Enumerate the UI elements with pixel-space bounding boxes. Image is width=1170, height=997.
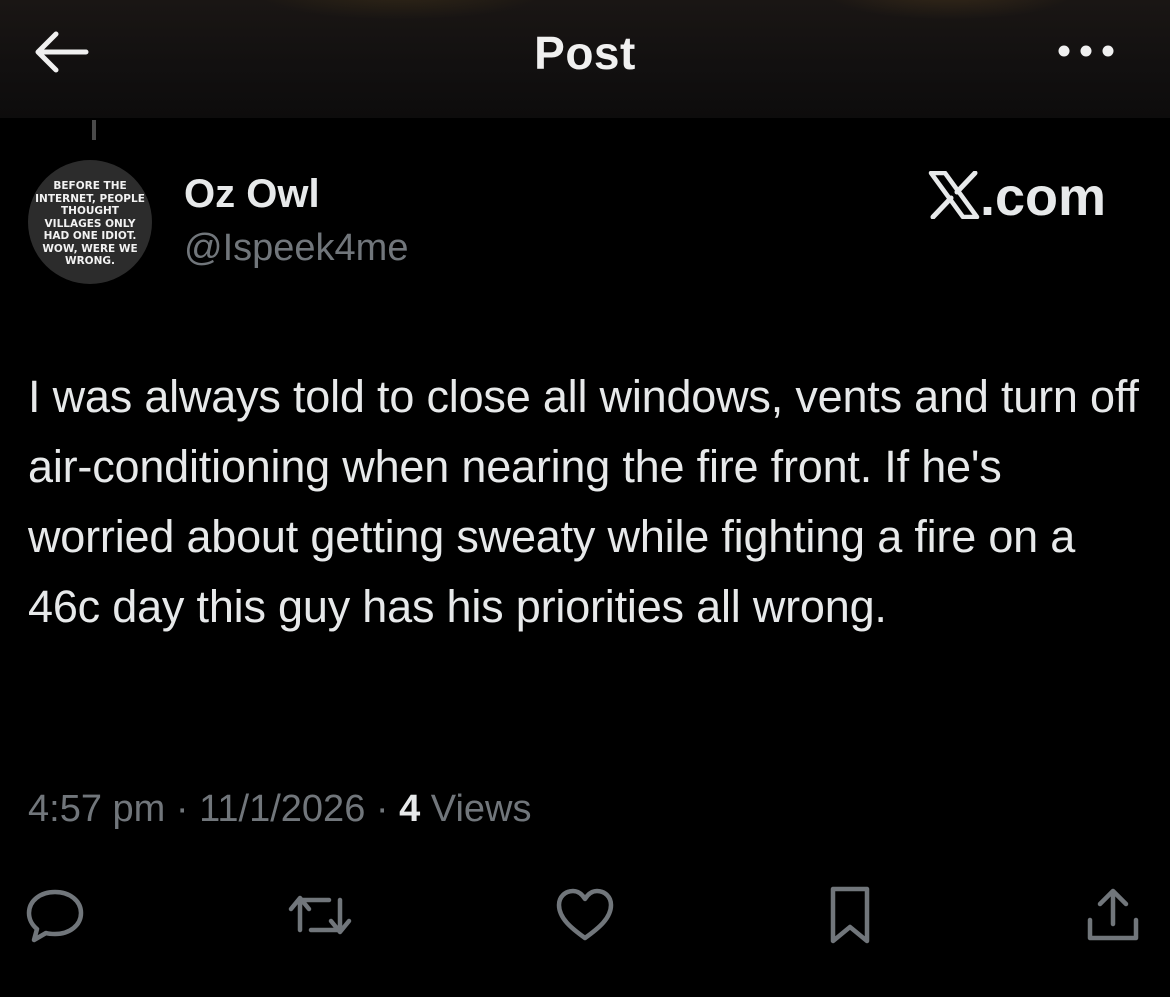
avatar-caption: BEFORE THE INTERNET, PEOPLE THOUGHT VILL… [35,180,145,268]
avatar[interactable]: BEFORE THE INTERNET, PEOPLE THOUGHT VILL… [28,160,152,284]
author-display-name[interactable]: Oz Owl [184,172,320,217]
thread-connector-line [92,120,96,140]
repost-icon [288,895,352,935]
watermark-text: .com [980,167,1107,227]
meta-separator: · [165,788,200,830]
bookmark-button[interactable] [815,880,885,950]
post-date: 11/1/2026 [199,788,366,830]
x-com-watermark: .com [928,166,1106,228]
like-button[interactable] [550,880,620,950]
header-glow [820,0,1080,20]
author-handle[interactable]: @Ispeek4me [184,227,408,270]
post-time: 4:57 pm [28,788,166,830]
reply-button[interactable] [20,880,90,950]
share-button[interactable] [1078,880,1148,950]
views-count[interactable]: 4 [399,788,420,830]
repost-button[interactable] [285,880,355,950]
post-text: I was always told to close all windows, … [28,371,1139,632]
more-button[interactable] [1054,36,1118,66]
header-glow [250,0,550,20]
top-bar: Post [0,0,1170,118]
x-logo-icon [928,170,980,220]
bookmark-icon [830,886,870,944]
views-label[interactable]: Views [420,788,532,830]
more-horizontal-icon [1058,45,1114,57]
heart-icon [556,888,614,941]
page-title: Post [534,27,636,79]
post-meta: 4:57 pm · 11/1/2026 · 4 Views [28,788,532,831]
share-icon [1087,888,1139,941]
reply-icon [26,889,84,943]
meta-separator: · [365,788,400,830]
action-bar [0,880,1170,950]
